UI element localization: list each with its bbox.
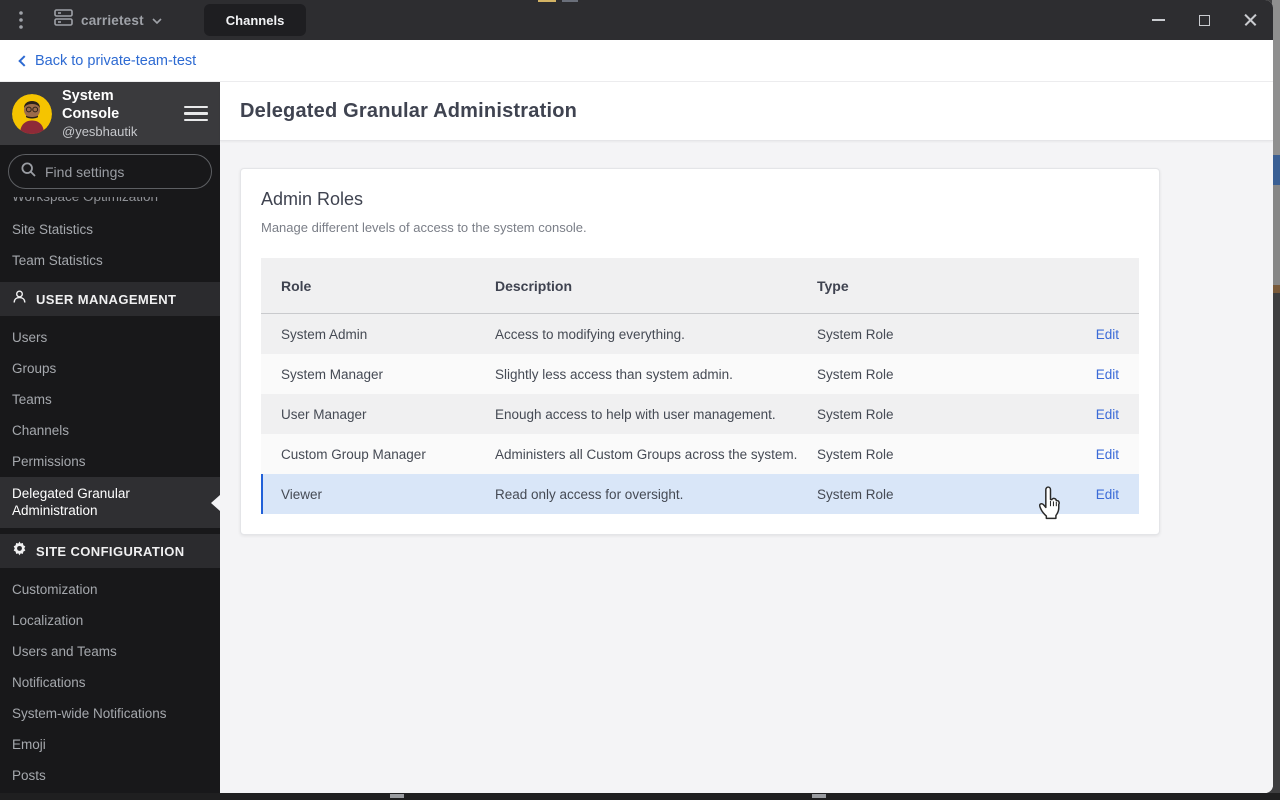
sidebar-item-permissions[interactable]: Permissions xyxy=(0,446,220,477)
server-name: carrietest xyxy=(81,12,144,28)
taskbar-icon-sliver xyxy=(812,794,826,798)
sidebar-item-workspace-optimization[interactable]: Workspace Optimization xyxy=(0,197,220,206)
tab-channels[interactable]: Channels xyxy=(203,4,307,36)
taskbar-icon-sliver xyxy=(390,794,404,798)
chevron-down-icon xyxy=(152,11,162,29)
maximize-button[interactable] xyxy=(1181,0,1227,40)
sidebar-item-file-sharing-and-downloads[interactable]: File Sharing and Downloads xyxy=(0,791,220,793)
user-icon xyxy=(12,289,27,309)
console-title: System Console xyxy=(62,88,120,122)
sidebar-item-system-wide-notifications[interactable]: System-wide Notifications xyxy=(0,698,220,729)
section-site-configuration[interactable]: SITE CONFIGURATION xyxy=(0,534,220,568)
search-icon xyxy=(21,161,36,182)
sidebar-item-users-and-teams[interactable]: Users and Teams xyxy=(0,636,220,667)
table-row-system-manager: System Manager Slightly less access than… xyxy=(261,354,1139,394)
background-sliver xyxy=(562,0,578,2)
card-description: Manage different levels of access to the… xyxy=(261,220,587,235)
back-banner: Back to private-team-test xyxy=(0,40,1273,82)
edit-link[interactable]: Edit xyxy=(1049,327,1119,342)
sidebar-nav: Workspace Optimization Site Statistics T… xyxy=(0,197,220,793)
sidebar-item-users[interactable]: Users xyxy=(0,322,220,353)
menu-hamburger-icon[interactable] xyxy=(184,102,208,126)
content-area: Admin Roles Manage different levels of a… xyxy=(220,141,1273,793)
column-header-description: Description xyxy=(495,277,573,294)
card-header: Admin Roles Manage different levels of a… xyxy=(241,169,1159,235)
search-input[interactable]: Find settings xyxy=(8,154,212,189)
section-user-management[interactable]: USER MANAGEMENT xyxy=(0,282,220,316)
roles-table: Role Description Type System Admin Acces… xyxy=(261,258,1139,514)
table-row-user-manager: User Manager Enough access to help with … xyxy=(281,406,1119,422)
sidebar-search: Find settings xyxy=(0,145,220,197)
system-console-sidebar: System Console @yesbhautik Find settings… xyxy=(0,82,220,793)
sidebar-item-delegated-granular-administration[interactable]: Delegated Granular Administration xyxy=(0,477,220,528)
back-to-team-link[interactable]: Back to private-team-test xyxy=(18,53,196,69)
sidebar-item-notifications[interactable]: Notifications xyxy=(0,667,220,698)
background-window-sliver xyxy=(1272,155,1280,185)
os-taskbar xyxy=(0,793,1280,800)
table-header-row: Role Description Type xyxy=(261,258,1139,314)
card-title: Admin Roles xyxy=(261,189,364,209)
table-row-custom-group-manager: Custom Group Manager Administers all Cus… xyxy=(261,434,1139,474)
search-placeholder: Find settings xyxy=(45,163,125,180)
app-menu-kebab-icon[interactable] xyxy=(0,0,42,40)
page-title: Delegated Granular Administration xyxy=(240,99,578,122)
main-content: Delegated Granular Administration Admin … xyxy=(220,82,1273,793)
column-header-type: Type xyxy=(817,277,849,294)
minimize-button[interactable] xyxy=(1135,0,1181,40)
background-window-sliver xyxy=(1272,185,1280,285)
sidebar-item-groups[interactable]: Groups xyxy=(0,353,220,384)
sidebar-item-channels[interactable]: Channels xyxy=(0,415,220,446)
sidebar-item-emoji[interactable]: Emoji xyxy=(0,729,220,760)
edit-link[interactable]: Edit xyxy=(1049,407,1119,422)
sidebar-item-site-statistics[interactable]: Site Statistics xyxy=(0,214,220,245)
sidebar-item-localization[interactable]: Localization xyxy=(0,605,220,636)
edit-link[interactable]: Edit xyxy=(1049,487,1119,502)
background-sliver xyxy=(538,0,556,2)
background-window-sliver xyxy=(1272,0,1280,155)
mattermost-window: carrietest Channels Back to private-team… xyxy=(0,0,1273,793)
sidebar-item-customization[interactable]: Customization xyxy=(0,574,220,605)
edit-link[interactable]: Edit xyxy=(1049,367,1119,382)
background-window-sliver xyxy=(1272,293,1280,800)
console-username: @yesbhautik xyxy=(62,124,138,139)
maximize-icon xyxy=(1198,14,1210,26)
sidebar-item-posts[interactable]: Posts xyxy=(0,760,220,791)
table-row-viewer[interactable]: Viewer Read only access for oversight. S… xyxy=(261,474,1139,514)
edit-link[interactable]: Edit xyxy=(1049,447,1119,462)
admin-roles-card: Admin Roles Manage different levels of a… xyxy=(240,168,1160,535)
page-header: Delegated Granular Administration xyxy=(220,82,1273,141)
sidebar-header: System Console @yesbhautik xyxy=(0,82,220,145)
titlebar: carrietest Channels xyxy=(0,0,1273,40)
chevron-left-icon xyxy=(18,55,30,67)
sidebar-item-team-statistics[interactable]: Team Statistics xyxy=(0,245,220,276)
window-controls xyxy=(1135,0,1273,40)
selected-item-arrow xyxy=(211,494,220,511)
table-row-system-admin: System Admin Access to modifying everyth… xyxy=(281,326,1119,342)
server-icon xyxy=(54,9,73,31)
minimize-icon xyxy=(1151,19,1165,21)
server-selector[interactable]: carrietest xyxy=(42,0,176,40)
column-header-role: Role xyxy=(281,277,312,294)
background-window-sliver xyxy=(1272,285,1280,293)
gear-icon xyxy=(12,541,27,561)
sidebar-item-teams[interactable]: Teams xyxy=(0,384,220,415)
avatar[interactable] xyxy=(12,93,52,134)
close-button[interactable] xyxy=(1227,0,1273,40)
close-icon xyxy=(1244,14,1257,27)
